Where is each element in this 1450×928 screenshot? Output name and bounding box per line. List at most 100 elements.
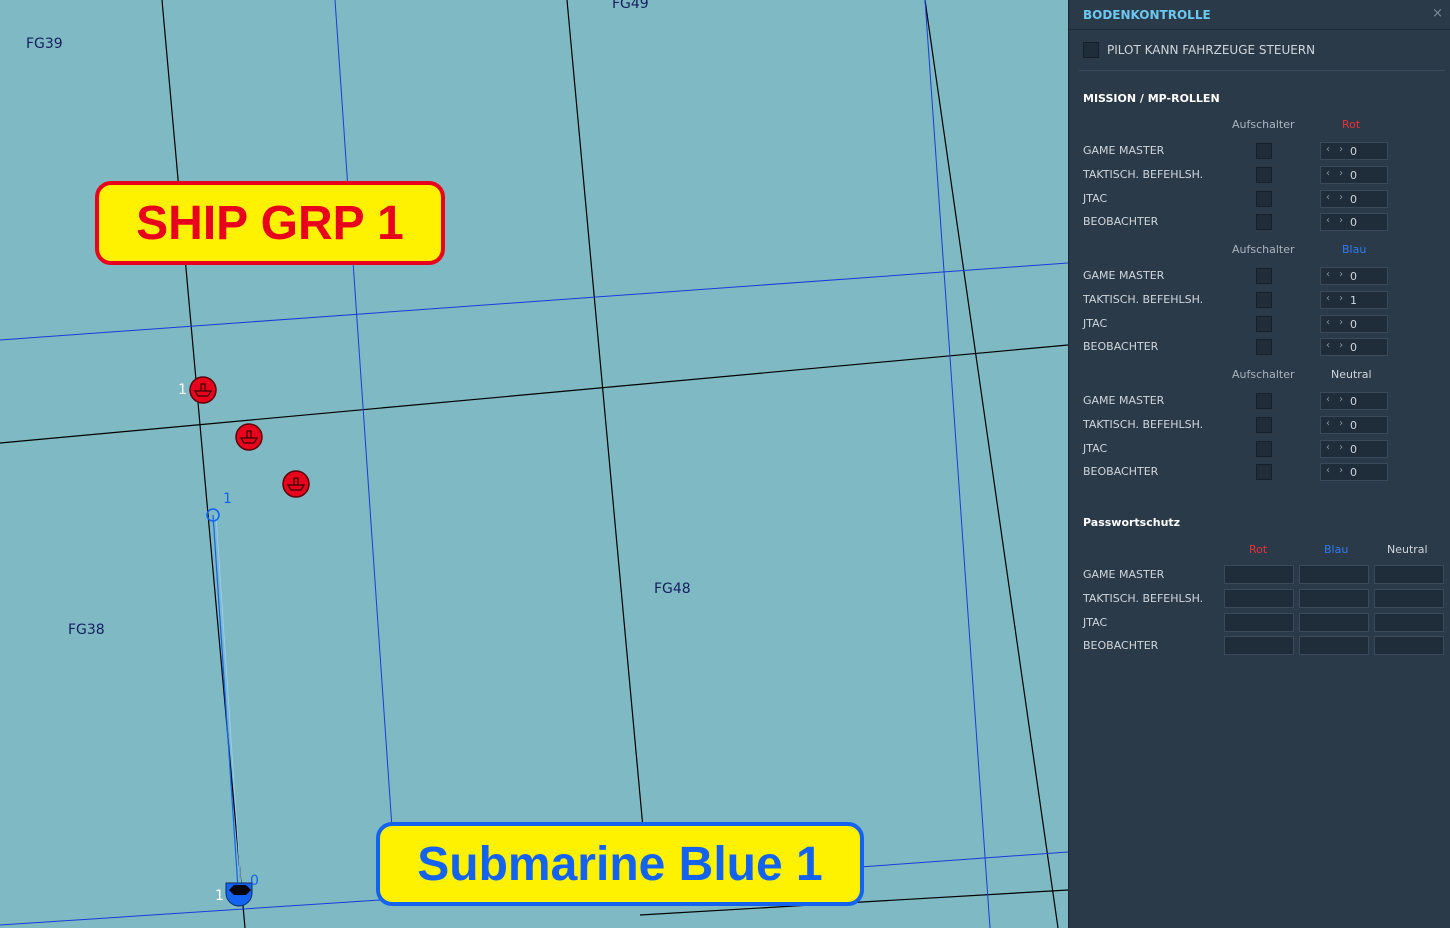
password-role-label: TAKTISCH. BEFEHLSH. xyxy=(1083,592,1204,605)
stepper-value: 0 xyxy=(1350,193,1357,206)
ship-icon[interactable] xyxy=(282,470,310,498)
close-icon[interactable]: × xyxy=(1432,6,1443,21)
map-view[interactable]: FG39 FG49 FG48 FG38 SHIP GRP 1 Submarine… xyxy=(0,0,1068,928)
password-field-rot[interactable] xyxy=(1224,589,1294,608)
password-field-blau[interactable] xyxy=(1299,589,1369,608)
aufschalter-checkbox[interactable] xyxy=(1256,214,1272,230)
role-label: JTAC xyxy=(1083,192,1108,205)
panel-title: BODENKONTROLLE xyxy=(1083,8,1211,22)
stepper-value: 0 xyxy=(1350,395,1357,408)
ship-icon[interactable] xyxy=(235,423,263,451)
role-count-stepper[interactable]: ‹ › 0 xyxy=(1320,267,1388,285)
role-count-stepper[interactable]: ‹ › 0 xyxy=(1320,142,1388,160)
stepper-value: 0 xyxy=(1350,419,1357,432)
password-column-rot: Rot xyxy=(1249,543,1268,556)
role-count-stepper[interactable]: ‹ › 0 xyxy=(1320,315,1388,333)
stepper-arrows-icon[interactable]: ‹ › xyxy=(1326,168,1346,179)
role-count-stepper[interactable]: ‹ › 0 xyxy=(1320,213,1388,231)
password-field-neutral[interactable] xyxy=(1374,613,1444,632)
password-field-blau[interactable] xyxy=(1299,565,1369,584)
stepper-arrows-icon[interactable]: ‹ › xyxy=(1326,394,1346,405)
role-label: TAKTISCH. BEFEHLSH. xyxy=(1083,168,1204,181)
aufschalter-checkbox[interactable] xyxy=(1256,191,1272,207)
role-label: BEOBACHTER xyxy=(1083,340,1159,353)
role-count-stepper[interactable]: ‹ › 0 xyxy=(1320,416,1388,434)
role-label: GAME MASTER xyxy=(1083,144,1165,157)
coalition-header-neutral: Neutral xyxy=(1331,368,1372,381)
aufschalter-checkbox[interactable] xyxy=(1256,167,1272,183)
role-count-stepper[interactable]: ‹ › 1 xyxy=(1320,291,1388,309)
aufschalter-header: Aufschalter xyxy=(1232,243,1295,256)
aufschalter-checkbox[interactable] xyxy=(1256,316,1272,332)
stepper-arrows-icon[interactable]: ‹ › xyxy=(1326,215,1346,226)
role-label: GAME MASTER xyxy=(1083,394,1165,407)
submarine-waypoint-label: 0 xyxy=(250,873,259,889)
password-column-neutral: Neutral xyxy=(1387,543,1428,556)
stepper-value: 0 xyxy=(1350,466,1357,479)
role-count-stepper[interactable]: ‹ › 0 xyxy=(1320,338,1388,356)
stepper-arrows-icon[interactable]: ‹ › xyxy=(1326,144,1346,155)
password-field-neutral[interactable] xyxy=(1374,636,1444,655)
map-grid xyxy=(0,0,1068,928)
aufschalter-checkbox[interactable] xyxy=(1256,441,1272,457)
aufschalter-checkbox[interactable] xyxy=(1256,143,1272,159)
submarine-number-label: 1 xyxy=(215,888,224,904)
role-count-stepper[interactable]: ‹ › 0 xyxy=(1320,392,1388,410)
ground-control-panel: BODENKONTROLLE × PILOT KANN FAHRZEUGE ST… xyxy=(1068,0,1450,928)
pilot-control-checkbox[interactable] xyxy=(1083,42,1099,58)
stepper-arrows-icon[interactable]: ‹ › xyxy=(1326,269,1346,280)
ship-group-callout: SHIP GRP 1 xyxy=(95,181,445,265)
mission-section-title: MISSION / MP-ROLLEN xyxy=(1083,92,1220,105)
role-label: GAME MASTER xyxy=(1083,269,1165,282)
coalition-header-blau: Blau xyxy=(1342,243,1367,256)
submarine-callout: Submarine Blue 1 xyxy=(376,822,864,906)
grid-label-fg39: FG39 xyxy=(26,36,63,52)
grid-label-fg38: FG38 xyxy=(68,622,105,638)
role-label: JTAC xyxy=(1083,442,1108,455)
password-section-title: Passwortschutz xyxy=(1083,516,1181,529)
ship-number-label: 1 xyxy=(178,382,187,398)
password-column-blau: Blau xyxy=(1324,543,1349,556)
stepper-arrows-icon[interactable]: ‹ › xyxy=(1326,442,1346,453)
stepper-value: 0 xyxy=(1350,443,1357,456)
aufschalter-checkbox[interactable] xyxy=(1256,339,1272,355)
aufschalter-checkbox[interactable] xyxy=(1256,464,1272,480)
password-field-blau[interactable] xyxy=(1299,636,1369,655)
ship-icon[interactable] xyxy=(189,376,217,404)
password-field-blau[interactable] xyxy=(1299,613,1369,632)
role-label: TAKTISCH. BEFEHLSH. xyxy=(1083,293,1204,306)
aufschalter-checkbox[interactable] xyxy=(1256,393,1272,409)
submarine-icon[interactable] xyxy=(225,882,253,907)
role-label: BEOBACHTER xyxy=(1083,215,1159,228)
stepper-arrows-icon[interactable]: ‹ › xyxy=(1326,418,1346,429)
stepper-value: 0 xyxy=(1350,270,1357,283)
role-count-stepper[interactable]: ‹ › 0 xyxy=(1320,190,1388,208)
password-field-rot[interactable] xyxy=(1224,613,1294,632)
stepper-arrows-icon[interactable]: ‹ › xyxy=(1326,192,1346,203)
aufschalter-header: Aufschalter xyxy=(1232,368,1295,381)
stepper-arrows-icon[interactable]: ‹ › xyxy=(1326,317,1346,328)
stepper-arrows-icon[interactable]: ‹ › xyxy=(1326,293,1346,304)
aufschalter-checkbox[interactable] xyxy=(1256,292,1272,308)
grid-label-fg49: FG49 xyxy=(612,0,649,12)
stepper-value: 0 xyxy=(1350,145,1357,158)
password-field-neutral[interactable] xyxy=(1374,565,1444,584)
role-count-stepper[interactable]: ‹ › 0 xyxy=(1320,166,1388,184)
role-label: JTAC xyxy=(1083,317,1108,330)
password-role-label: JTAC xyxy=(1083,616,1108,629)
stepper-arrows-icon[interactable]: ‹ › xyxy=(1326,340,1346,351)
password-field-rot[interactable] xyxy=(1224,565,1294,584)
password-role-label: GAME MASTER xyxy=(1083,568,1165,581)
coalition-header-rot: Rot xyxy=(1342,118,1361,131)
password-field-neutral[interactable] xyxy=(1374,589,1444,608)
aufschalter-checkbox[interactable] xyxy=(1256,268,1272,284)
role-count-stepper[interactable]: ‹ › 0 xyxy=(1320,440,1388,458)
role-count-stepper[interactable]: ‹ › 0 xyxy=(1320,463,1388,481)
stepper-value: 0 xyxy=(1350,318,1357,331)
aufschalter-header: Aufschalter xyxy=(1232,118,1295,131)
password-field-rot[interactable] xyxy=(1224,636,1294,655)
waypoint-number-label: 1 xyxy=(223,491,232,507)
aufschalter-checkbox[interactable] xyxy=(1256,417,1272,433)
password-role-label: BEOBACHTER xyxy=(1083,639,1159,652)
stepper-arrows-icon[interactable]: ‹ › xyxy=(1326,465,1346,476)
